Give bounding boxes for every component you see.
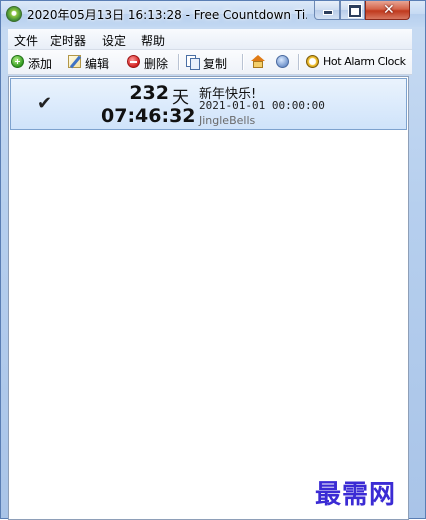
timer-list: ✔ 232 天 07:46:32 新年快乐! 2021-01-01 00:00:… — [8, 76, 409, 520]
title-bar[interactable]: 2020年05月13日 16:13:28 - Free Countdown Ti… — [1, 1, 425, 27]
info-icon — [276, 55, 289, 68]
timer-target-datetime: 2021-01-01 00:00:00 — [199, 99, 325, 112]
close-icon: ✕ — [383, 2, 395, 18]
maximize-icon — [349, 5, 361, 17]
delete-icon — [127, 55, 140, 68]
edit-icon — [68, 55, 81, 68]
minimize-icon — [324, 11, 332, 14]
watermark: 最需网 — [315, 480, 397, 510]
hot-alarm-clock-label: Hot Alarm Clock — [323, 55, 406, 68]
alarm-clock-icon — [306, 55, 319, 68]
toolbar-separator — [178, 54, 179, 70]
edit-button[interactable]: 编辑 — [68, 53, 120, 71]
maximize-button[interactable] — [340, 1, 365, 20]
home-icon — [251, 55, 265, 68]
menu-help[interactable]: 帮助 — [141, 32, 165, 49]
delete-button[interactable]: 删除 — [127, 53, 179, 71]
timer-sound-name: JingleBells — [199, 114, 256, 127]
copy-button[interactable]: 复制 — [186, 53, 236, 71]
add-icon — [11, 55, 24, 68]
toolbar: 添加 编辑 删除 复制 Hot Alarm Clock — [8, 50, 412, 75]
days-remaining: 232 — [129, 82, 169, 104]
toolbar-separator — [242, 54, 243, 70]
hot-alarm-clock-button[interactable]: Hot Alarm Clock — [306, 53, 406, 71]
copy-button-label: 复制 — [203, 57, 228, 71]
add-button[interactable]: 添加 — [11, 53, 61, 71]
time-remaining: 07:46:32 — [101, 105, 196, 127]
add-button-label: 添加 — [28, 57, 53, 71]
countdown-clock-icon[interactable] — [6, 6, 22, 22]
menu-file[interactable]: 文件 — [14, 32, 38, 49]
timer-row[interactable]: ✔ 232 天 07:46:32 新年快乐! 2021-01-01 00:00:… — [10, 78, 407, 130]
menu-bar: 文件 定时器 设定 帮助 — [8, 29, 412, 50]
copy-icon — [186, 55, 200, 70]
enabled-checkmark-icon[interactable]: ✔ — [37, 93, 52, 114]
app-window: 2020年05月13日 16:13:28 - Free Countdown Ti… — [0, 0, 426, 520]
toolbar-separator — [298, 54, 299, 70]
info-button[interactable] — [276, 53, 292, 71]
delete-button-label: 删除 — [144, 57, 169, 71]
home-button[interactable] — [251, 53, 267, 71]
minimize-button[interactable] — [314, 1, 340, 20]
menu-timer[interactable]: 定时器 — [50, 32, 86, 49]
menu-settings[interactable]: 设定 — [102, 32, 126, 49]
close-button[interactable]: ✕ — [365, 1, 410, 20]
edit-button-label: 编辑 — [85, 57, 110, 71]
window-title: 2020年05月13日 16:13:28 - Free Countdown Ti… — [27, 8, 307, 22]
